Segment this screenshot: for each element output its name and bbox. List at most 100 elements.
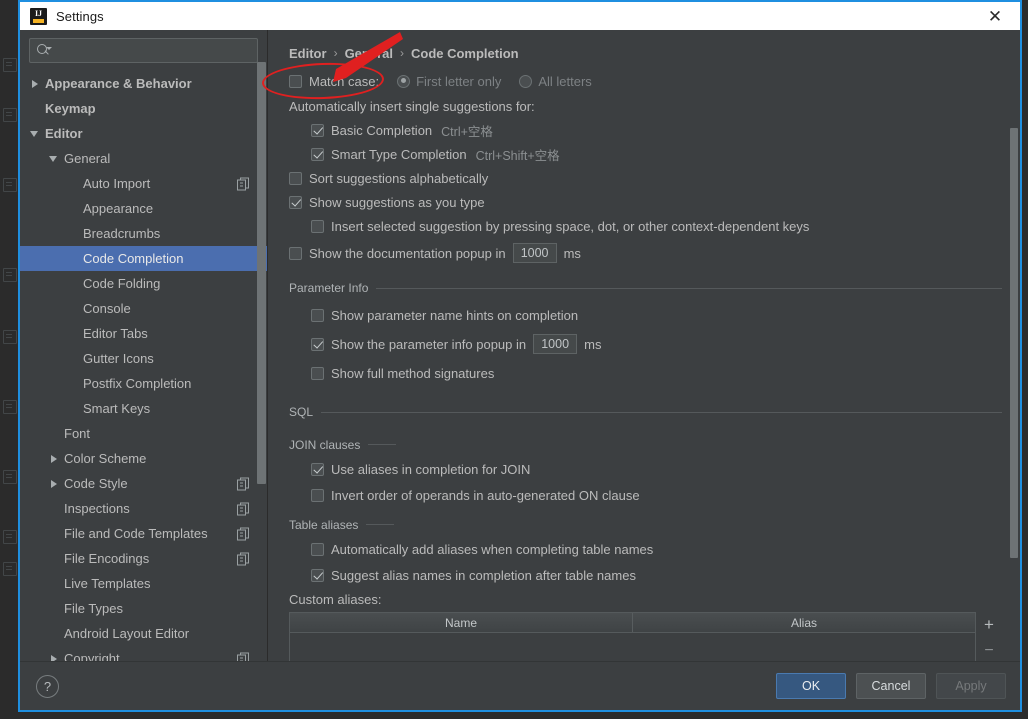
sidebar-item-editor-tabs[interactable]: Editor Tabs [20,321,267,346]
all-letters-radio[interactable] [519,74,533,88]
invert-operands-label: Invert order of operands in auto-generat… [331,487,640,503]
remove-alias-button[interactable]: − [978,638,1000,661]
smart-type-completion-shortcut: Ctrl+Shift+空格 [475,148,560,163]
copy-settings-icon[interactable] [237,527,250,540]
match-case-row: Match case: First letter only All letter… [289,68,1002,94]
sidebar-item-file-encodings[interactable]: File Encodings [20,546,267,571]
sidebar-scrollbar-thumb[interactable] [257,62,266,484]
sort-alphabetically-checkbox[interactable] [289,171,302,185]
chevron-down-icon[interactable] [29,127,42,140]
column-header-name[interactable]: Name [290,613,632,632]
doc-popup-delay-input[interactable]: 1000 [512,243,557,263]
custom-aliases-table[interactable]: Name Alias No custom aliases [289,612,976,661]
sidebar-item-breadcrumbs[interactable]: Breadcrumbs [20,221,267,246]
sidebar-item-file-and-code-templates[interactable]: File and Code Templates [20,521,267,546]
sidebar-item-label: General [64,151,111,166]
close-icon[interactable]: ✕ [984,5,1006,27]
content-scrollbar-thumb[interactable] [1010,128,1018,558]
sidebar-item-label: Keymap [45,101,96,116]
sidebar-item-label: Code Completion [83,251,184,266]
breadcrumb: Editor › General › Code Completion [289,30,1002,68]
breadcrumb-item-general[interactable]: General [345,46,393,61]
chevron-right-icon[interactable] [48,652,61,661]
dialog-body: Appearance & Behavior Keymap Editor General… [20,30,1020,661]
sidebar-item-console[interactable]: Console [20,296,267,321]
insert-selected-checkbox[interactable] [311,219,324,233]
chevron-right-icon[interactable] [48,452,61,465]
show-as-you-type-label: Show suggestions as you type [309,194,485,210]
content-scrollbar[interactable] [1010,30,1018,661]
suggest-alias-names-checkbox[interactable] [311,568,324,582]
sidebar-item-auto-import[interactable]: Auto Import [20,171,267,196]
first-letter-only-radio[interactable] [397,74,411,88]
ok-button[interactable]: OK [776,673,846,699]
copy-settings-icon[interactable] [237,177,250,190]
sidebar-item-label: Live Templates [64,576,151,591]
cancel-button[interactable]: Cancel [856,673,926,699]
copy-settings-icon[interactable] [237,552,250,565]
doc-popup-checkbox[interactable] [289,246,302,260]
table-header-row: Name Alias [290,613,975,632]
auto-insert-text: Automatically insert single suggestions … [289,98,535,114]
use-aliases-join-checkbox[interactable] [311,462,324,476]
background-artifact [3,178,17,192]
sidebar-item-color-scheme[interactable]: Color Scheme [20,446,267,471]
sidebar-item-gutter-icons[interactable]: Gutter Icons [20,346,267,371]
screen: IJ Settings ✕ Appearance & Behavior Keyma… [0,0,1028,719]
settings-tree[interactable]: Appearance & Behavior Keymap Editor General… [20,70,267,661]
sidebar-item-code-folding[interactable]: Code Folding [20,271,267,296]
sidebar-item-live-templates[interactable]: Live Templates [20,571,267,596]
chevron-right-icon[interactable] [48,477,61,490]
chevron-down-icon[interactable] [48,152,61,165]
sidebar-item-font[interactable]: Font [20,421,267,446]
sidebar-item-general[interactable]: General [20,146,267,171]
sidebar-item-label: Editor Tabs [83,326,148,341]
show-as-you-type-checkbox[interactable] [289,195,302,209]
sidebar-item-keymap[interactable]: Keymap [20,96,267,121]
insert-selected-row: Insert selected suggestion by pressing s… [289,214,1002,238]
match-case-checkbox[interactable] [289,74,302,88]
settings-dialog: IJ Settings ✕ Appearance & Behavior Keyma… [18,0,1022,712]
copy-settings-icon[interactable] [237,652,250,661]
sidebar-item-code-completion[interactable]: Code Completion [20,246,267,271]
smart-type-completion-checkbox[interactable] [311,147,324,161]
column-header-alias[interactable]: Alias [632,613,975,632]
copy-settings-icon[interactable] [237,502,250,515]
search-box[interactable] [29,38,258,63]
sidebar-item-code-style[interactable]: Code Style [20,471,267,496]
add-alias-button[interactable]: + [978,612,1000,638]
basic-completion-shortcut: Ctrl+空格 [441,124,493,139]
chevron-right-icon[interactable] [29,77,42,90]
breadcrumb-item-editor[interactable]: Editor [289,46,327,61]
sql-title: SQL [289,405,314,419]
section-divider [321,411,1002,413]
basic-completion-checkbox[interactable] [311,123,324,137]
background-artifact [3,58,17,72]
param-name-hints-checkbox[interactable] [311,308,324,322]
copy-settings-icon[interactable] [237,477,250,490]
sidebar-item-postfix-completion[interactable]: Postfix Completion [20,371,267,396]
sidebar-item-appearance-behavior[interactable]: Appearance & Behavior [20,71,267,96]
param-name-hints-label: Show parameter name hints on completion [331,307,579,323]
sidebar-item-android-layout-editor[interactable]: Android Layout Editor [20,621,267,646]
invert-operands-checkbox[interactable] [311,488,324,502]
auto-add-aliases-checkbox[interactable] [311,542,324,556]
help-button[interactable]: ? [36,674,59,698]
search-input[interactable] [51,42,257,59]
sidebar-item-inspections[interactable]: Inspections [20,496,267,521]
table-buttons: + − [976,612,1002,661]
sidebar-item-file-types[interactable]: File Types [20,596,267,621]
sidebar-item-appearance[interactable]: Appearance [20,196,267,221]
param-popup-delay-input[interactable]: 1000 [533,334,578,354]
sidebar-item-smart-keys[interactable]: Smart Keys [20,396,267,421]
sidebar-item-editor[interactable]: Editor [20,121,267,146]
sidebar-item-label: File Encodings [64,551,150,566]
sidebar-item-copyright[interactable]: Copyright [20,646,267,661]
param-popup-checkbox[interactable] [311,337,324,351]
full-signatures-checkbox[interactable] [311,366,324,380]
smart-type-completion-row: Smart Type Completion Ctrl+Shift+空格 [289,142,1002,166]
